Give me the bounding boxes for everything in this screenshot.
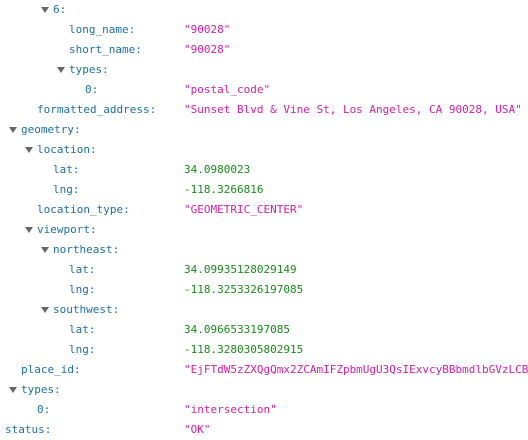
json-number-value: -118.3253326197085: [184, 283, 304, 296]
tree-leaf-row: lng: -118.3253326197085: [0, 280, 528, 300]
tree-node-row[interactable]: location:: [0, 140, 528, 160]
json-key: lat:: [53, 163, 80, 176]
json-key: lat:: [69, 323, 96, 336]
tree-node-row[interactable]: 6:: [0, 0, 528, 20]
json-number-value: 34.0966533197085: [184, 323, 290, 336]
json-key: short_name:: [69, 43, 142, 56]
json-key: lng:: [53, 183, 80, 196]
json-string-value: "OK": [184, 423, 211, 436]
tree-node-row[interactable]: viewport:: [0, 220, 528, 240]
json-key: status:: [5, 423, 52, 436]
tree-leaf-row: 0: "intersection": [0, 400, 528, 420]
json-key[interactable]: southwest:: [53, 300, 119, 320]
json-key: formatted_address:: [37, 103, 157, 116]
triangle-down-icon[interactable]: [41, 247, 49, 253]
json-key: place_id:: [21, 363, 81, 376]
tree-leaf-row: place_id: "EjFTdW5zZXQgQmx2ZCAmIFZpbmUgU3…: [0, 360, 528, 380]
triangle-down-icon[interactable]: [57, 67, 65, 73]
tree-leaf-row: short_name: "90028": [0, 40, 528, 60]
json-key: 0:: [85, 83, 99, 96]
tree-node-row[interactable]: geometry:: [0, 120, 528, 140]
json-key[interactable]: location:: [37, 140, 97, 160]
json-key: 0:: [37, 403, 51, 416]
tree-node-row[interactable]: northeast:: [0, 240, 528, 260]
tree-leaf-row: lat: 34.0980023: [0, 160, 528, 180]
json-string-value: "intersection": [184, 403, 277, 416]
json-key[interactable]: geometry:: [21, 120, 81, 140]
json-string-value: "EjFTdW5zZXQgQmx2ZCAmIFZpbmUgU3QsIExvcyB…: [184, 363, 528, 376]
triangle-down-icon[interactable]: [25, 227, 33, 233]
tree-node-row[interactable]: types:: [0, 380, 528, 400]
triangle-down-icon[interactable]: [41, 307, 49, 313]
json-key[interactable]: northeast:: [53, 240, 119, 260]
tree-leaf-row: long_name: "90028": [0, 20, 528, 40]
json-key[interactable]: types:: [69, 60, 109, 80]
json-key: lng:: [69, 283, 96, 296]
tree-leaf-row: lng: -118.3280305802915: [0, 340, 528, 360]
json-number-value: 34.09935128029149: [184, 263, 297, 276]
json-number-value: -118.3280305802915: [184, 343, 304, 356]
json-string-value: "postal_code": [184, 83, 271, 96]
json-key: location_type:: [37, 203, 130, 216]
json-viewer: 6: long_name: "90028" short_name: "90028" typ…: [0, 0, 528, 439]
triangle-down-icon[interactable]: [9, 127, 17, 133]
json-key: lng:: [69, 343, 96, 356]
json-key[interactable]: 6:: [53, 0, 66, 20]
tree-leaf-row: lat: 34.0966533197085: [0, 320, 528, 340]
json-key: lat:: [69, 263, 96, 276]
json-key[interactable]: types:: [21, 380, 61, 400]
triangle-down-icon[interactable]: [41, 7, 49, 13]
tree-node-row[interactable]: southwest:: [0, 300, 528, 320]
tree-leaf-row: status: "OK": [0, 420, 528, 440]
json-key[interactable]: viewport:: [37, 220, 97, 240]
tree-leaf-row: formatted_address: "Sunset Blvd & Vine St…: [0, 100, 528, 120]
tree-leaf-row: location_type: "GEOMETRIC_CENTER": [0, 200, 528, 220]
json-string-value: "Sunset Blvd & Vine St, Los Angeles, CA …: [184, 103, 522, 116]
triangle-down-icon[interactable]: [9, 387, 17, 393]
json-string-value: "GEOMETRIC_CENTER": [184, 203, 304, 216]
json-number-value: -118.3266816: [184, 183, 264, 196]
json-string-value: "90028": [184, 43, 231, 56]
tree-leaf-row: lng: -118.3266816: [0, 180, 528, 200]
json-number-value: 34.0980023: [184, 163, 251, 176]
tree-leaf-row: 0: "postal_code": [0, 80, 528, 100]
json-string-value: "90028": [184, 23, 231, 36]
tree-node-row[interactable]: types:: [0, 60, 528, 80]
tree-leaf-row: lat: 34.09935128029149: [0, 260, 528, 280]
json-key: long_name:: [69, 23, 136, 36]
triangle-down-icon[interactable]: [25, 147, 33, 153]
